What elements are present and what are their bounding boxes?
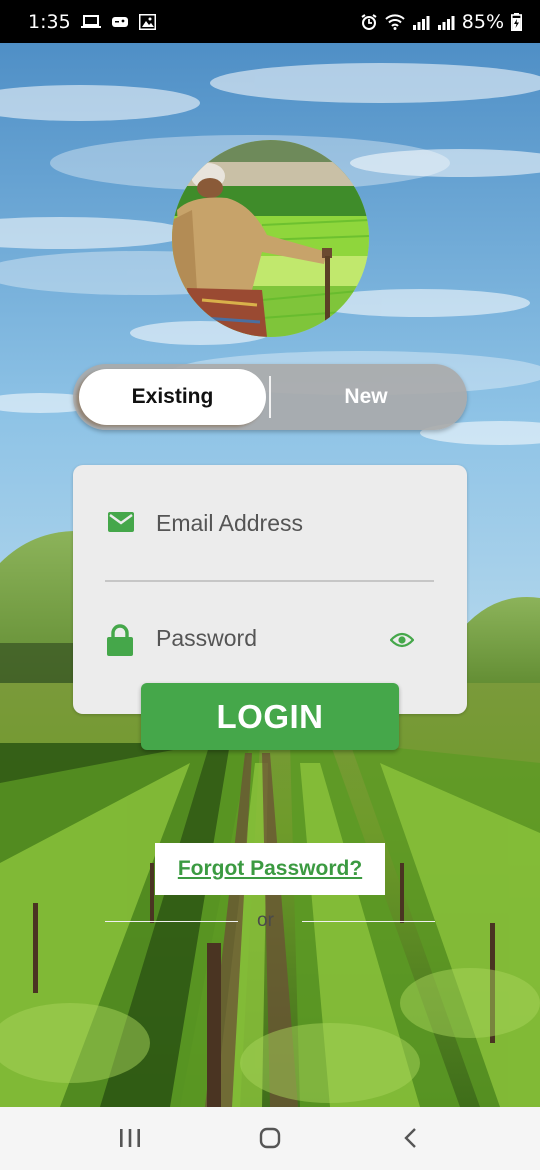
status-time: 1:35 [28,10,71,33]
laptop-icon [80,14,101,30]
login-button[interactable]: LOGIN [141,683,399,750]
forgot-password-box: Forgot Password? [155,843,385,895]
recents-icon[interactable] [110,1123,150,1153]
login-card [73,465,467,714]
wifi-icon [385,13,405,30]
email-input[interactable] [156,505,436,541]
email-underline [105,580,434,582]
status-bar: 1:35 85% [0,0,540,43]
forgot-password-link[interactable]: Forgot Password? [178,857,362,881]
or-divider: or [105,908,435,936]
home-icon[interactable] [250,1123,290,1153]
lock-icon [106,623,134,657]
navigation-bar [0,1107,540,1170]
account-type-toggle: Existing New [73,364,467,430]
password-input[interactable] [156,620,376,656]
show-password-eye-icon[interactable] [390,628,414,652]
back-icon[interactable] [390,1123,430,1153]
toggle-new[interactable]: New [271,369,461,425]
battery-percent: 85% [461,10,504,33]
farmer-avatar [172,140,369,337]
or-line-left [105,921,238,922]
or-line-right [302,921,435,922]
signal-icon [412,14,430,30]
game-controller-icon [111,14,129,30]
battery-charging-icon [511,12,522,31]
toggle-existing[interactable]: Existing [79,369,266,425]
alarm-icon [360,13,378,31]
signal-r-icon [437,14,455,30]
or-text: or [257,910,274,931]
image-icon [138,13,156,30]
email-icon [107,510,135,534]
